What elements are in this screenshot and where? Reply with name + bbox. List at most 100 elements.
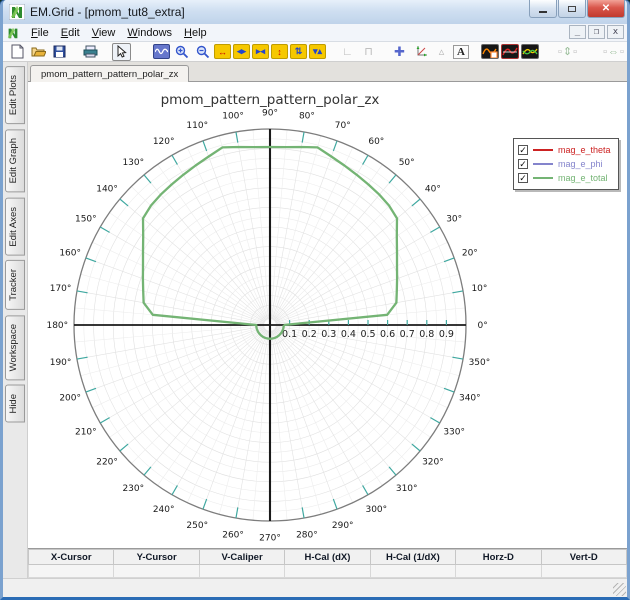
status-bar: [3, 578, 627, 597]
legend-swatch: [533, 163, 553, 165]
arrows-vertical-in-button[interactable]: ▾▴: [309, 44, 326, 59]
svg-text:0.4: 0.4: [341, 329, 356, 340]
legend-checkbox-mag_e_theta[interactable]: ✓: [518, 145, 528, 155]
legend-checkbox-mag_e_total[interactable]: ✓: [518, 173, 528, 183]
legend-label: mag_e_total: [558, 173, 608, 183]
sidebar-tab-edit-plots[interactable]: Edit Plots: [5, 66, 25, 125]
status-text: [3, 584, 9, 595]
h-out-icon: ◂▸: [236, 46, 247, 56]
legend-checkbox-mag_e_phi[interactable]: ✓: [518, 159, 528, 169]
readout-cell: [27, 564, 115, 578]
sidebar-tab-hide[interactable]: Hide: [5, 385, 25, 423]
svg-text:160°: 160°: [59, 248, 81, 258]
plot-thumbnail-orange-button[interactable]: [481, 44, 499, 59]
plot-thumbnail-red-button[interactable]: [501, 44, 519, 59]
mdi-close-button[interactable]: x: [607, 25, 624, 39]
arrows-vertical-out-button[interactable]: ⇅: [290, 44, 307, 59]
open-button[interactable]: [29, 43, 48, 61]
menu-edit[interactable]: Edit: [55, 26, 86, 40]
corner-tool-button[interactable]: ∟: [338, 43, 357, 61]
box-tool-button[interactable]: ⊓: [359, 43, 378, 61]
readout-panel: X-Cursor Y-Cursor V-Caliper H-Cal (dX) H-Cal…: [27, 548, 628, 578]
readout-cell: [284, 564, 371, 578]
minimize-button[interactable]: [529, 0, 557, 18]
app-window: EM.Grid - [pmom_tut8_extra] ✕ File Edit Vi…: [0, 0, 630, 600]
readout-col-h-cal-dx-: H-Cal (dX): [284, 549, 371, 565]
waveform-icon: [155, 48, 168, 55]
mdi-document-icon: [7, 27, 18, 38]
maximize-icon: [568, 5, 576, 12]
title-bar[interactable]: EM.Grid - [pmom_tut8_extra] ✕: [3, 0, 627, 24]
readout-col-horz-d: Horz-D: [455, 549, 542, 565]
fit-vertical-button[interactable]: ▫⇕▫: [551, 43, 585, 61]
svg-text:0.9: 0.9: [439, 329, 454, 340]
svg-text:150°: 150°: [75, 215, 97, 225]
readout-value-row: [27, 564, 628, 578]
printer-icon: [83, 45, 98, 58]
resize-grip[interactable]: [613, 583, 626, 596]
svg-text:280°: 280°: [296, 530, 318, 540]
new-document-button[interactable]: [8, 43, 27, 61]
svg-text:140°: 140°: [96, 184, 118, 194]
fit-horizontal-button[interactable]: ▫⇔▫: [597, 43, 627, 61]
menu-view[interactable]: View: [86, 26, 122, 40]
pointer-tool-button[interactable]: [112, 42, 131, 61]
svg-text:0.5: 0.5: [360, 329, 375, 340]
tab-active[interactable]: pmom_pattern_pattern_polar_zx: [30, 65, 190, 82]
content-area: Edit Plots Edit Graph Edit Axes Tracker Work…: [3, 62, 628, 578]
box-icon: ⊓: [364, 46, 373, 58]
corner-icon: ∟: [342, 45, 353, 58]
sidebar-tab-tracker[interactable]: Tracker: [5, 260, 25, 311]
svg-text:180°: 180°: [46, 321, 68, 331]
print-button[interactable]: [81, 43, 100, 61]
triangle-marker-button[interactable]: ▵: [432, 43, 451, 61]
add-marker-button[interactable]: ✚: [390, 43, 409, 61]
save-button[interactable]: [50, 43, 69, 61]
maximize-button[interactable]: [558, 0, 586, 18]
zoom-in-icon: [175, 45, 188, 58]
sidebar-tab-workspace[interactable]: Workspace: [5, 315, 25, 381]
svg-text:0.1: 0.1: [282, 329, 297, 340]
legend: ✓ mag_e_theta ✓ mag_e_phi ✓ mag_e_total: [513, 138, 619, 190]
svg-text:270°: 270°: [259, 534, 281, 544]
arrows-horizontal-in-button[interactable]: ▸◂: [252, 44, 269, 59]
readout-cell: [540, 564, 628, 578]
legend-label: mag_e_theta: [558, 145, 611, 155]
svg-text:120°: 120°: [153, 137, 175, 147]
menu-file[interactable]: File: [25, 26, 55, 40]
tab-strip: pmom_pattern_pattern_polar_zx: [28, 62, 627, 82]
zoom-out-button[interactable]: [193, 43, 212, 61]
svg-text:80°: 80°: [299, 112, 315, 122]
readout-table: X-Cursor Y-Cursor V-Caliper H-Cal (dX) H-Cal…: [27, 549, 628, 578]
axes-icon: [416, 45, 427, 56]
text-annotation-button[interactable]: A: [453, 44, 469, 59]
close-button[interactable]: ✕: [587, 0, 625, 18]
plot-select-button[interactable]: [153, 44, 170, 59]
h-expand-icon: ↔: [218, 46, 227, 57]
legend-swatch: [533, 177, 553, 179]
mdi-restore-button[interactable]: ❐: [588, 25, 605, 39]
readout-cell: [455, 564, 542, 578]
axes-tool-button[interactable]: [411, 43, 430, 61]
zoom-in-button[interactable]: [172, 43, 191, 61]
expand-horizontal-button[interactable]: ↔: [214, 44, 231, 59]
orange-wave-icon: [482, 48, 498, 58]
svg-text:340°: 340°: [459, 394, 481, 404]
svg-text:330°: 330°: [443, 427, 465, 437]
sidebar-tab-edit-axes[interactable]: Edit Axes: [5, 197, 25, 256]
mdi-minimize-button[interactable]: _: [569, 25, 586, 39]
svg-text:0.6: 0.6: [380, 329, 395, 340]
svg-text:0.3: 0.3: [321, 329, 336, 340]
triangle-icon: ▵: [438, 46, 445, 58]
plot-thumbnail-multi-button[interactable]: [521, 44, 539, 59]
svg-text:0.8: 0.8: [419, 329, 434, 340]
menu-windows[interactable]: Windows: [121, 26, 178, 40]
arrows-horizontal-out-button[interactable]: ◂▸: [233, 44, 250, 59]
svg-text:210°: 210°: [75, 427, 97, 437]
menu-help[interactable]: Help: [178, 26, 213, 40]
expand-vertical-button[interactable]: ↕: [271, 44, 288, 59]
svg-text:70°: 70°: [335, 121, 351, 131]
app-logo-icon: [9, 4, 25, 20]
sidebar-tab-edit-graph[interactable]: Edit Graph: [5, 129, 25, 193]
v-in-icon: ▾▴: [312, 46, 323, 56]
